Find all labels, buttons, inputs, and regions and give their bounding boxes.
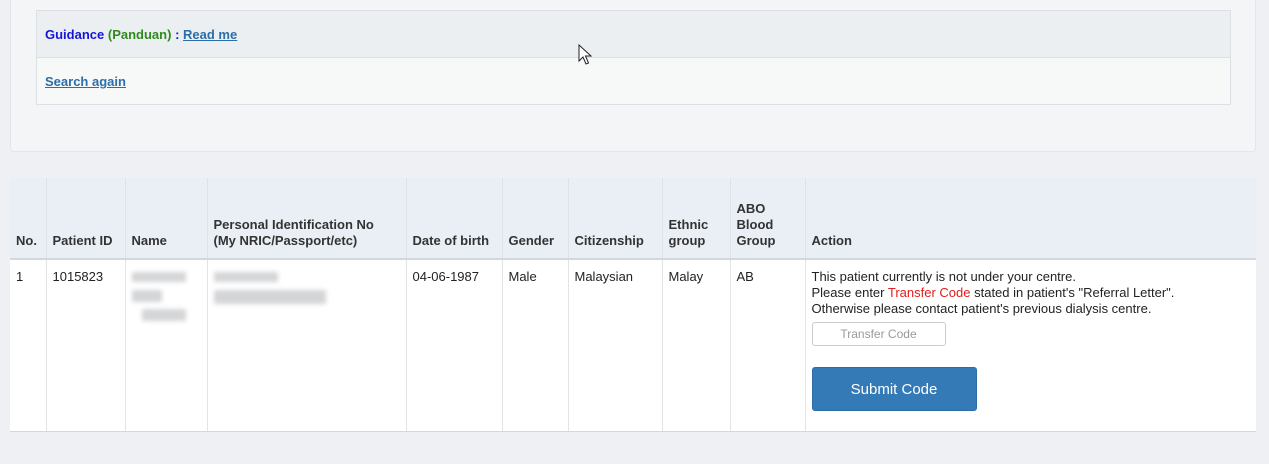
cell-patient-id: 1015823 [45,259,125,432]
cell-ethnic-group: Malay [661,259,730,432]
transfer-code-highlight: Transfer Code [887,285,971,300]
table-row: 1 1015823 04-06-1987 Male Malaysian Mala… [10,259,1256,432]
header-patient-id: Patient ID [45,178,125,260]
header-personal-id: Personal Identification No (My NRIC/Pass… [206,178,406,260]
cell-no: 1 [10,259,46,432]
guidance-separator: : [175,27,180,42]
transfer-code-input[interactable] [811,322,946,346]
header-gender: Gender [501,178,568,260]
header-no: No. [10,178,46,260]
read-me-link[interactable]: Read me [183,27,237,42]
header-ethnic-group: Ethnic group [661,178,730,260]
cell-citizenship: Malaysian [567,259,662,432]
header-citizenship: Citizenship [567,178,662,260]
header-name: Name [124,178,207,260]
cell-gender: Male [501,259,568,432]
redacted-id-block [213,290,326,304]
search-panel: Guidance (Panduan) : Read me Search agai… [10,0,1256,152]
cell-name [124,259,207,432]
mouse-cursor-icon [578,44,592,65]
search-again-link[interactable]: Search again [45,74,126,89]
cell-action: This patient currently is not under your… [804,259,1256,432]
header-date-of-birth: Date of birth [405,178,502,260]
table-header-row: No. Patient ID Name Personal Identificat… [10,178,1256,260]
action-line2-suffix: stated in patient's "Referral Letter". [970,285,1175,300]
action-message-line1: This patient currently is not under your… [811,269,1076,284]
guidance-row: Guidance (Panduan) : Read me [37,11,1230,58]
submit-code-button[interactable]: Submit Code [811,367,977,411]
search-again-row: Search again [37,58,1230,89]
redacted-id-block [213,272,278,282]
action-line2-prefix: Please enter [811,285,888,300]
cell-blood-group: AB [729,259,805,432]
cell-personal-id [206,259,406,432]
redacted-name-block [131,272,186,282]
cell-date-of-birth: 04-06-1987 [405,259,502,432]
action-message-line2: Please enter Transfer Code stated in pat… [812,285,1251,301]
guidance-label: Guidance [45,27,105,42]
guidance-box: Guidance (Panduan) : Read me Search agai… [36,10,1231,105]
header-action: Action [804,178,1256,260]
action-message-line3: Otherwise please contact patient's previ… [811,301,1152,316]
redacted-name-block [131,290,162,302]
redacted-name-block [141,309,186,321]
patient-table: No. Patient ID Name Personal Identificat… [10,178,1256,432]
guidance-malay-label: (Panduan) [107,27,172,42]
header-blood-group: ABO Blood Group [729,178,805,260]
